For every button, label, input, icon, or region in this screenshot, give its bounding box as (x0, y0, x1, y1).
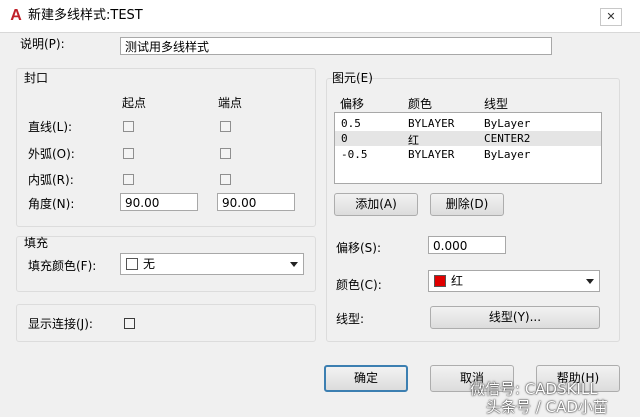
joints-label: 显示连接(J): (28, 317, 93, 331)
cap-line-end-checkbox[interactable] (220, 121, 231, 132)
joints-checkbox[interactable] (124, 318, 135, 329)
cap-line-label: 直线(L): (28, 120, 73, 134)
element-linetype: CENTER2 (484, 132, 531, 145)
caps-group-label: 封口 (24, 71, 49, 85)
cap-outer-arc-end-checkbox[interactable] (220, 148, 231, 159)
elements-header-color: 颜色 (408, 97, 433, 111)
offset-label: 偏移(S): (336, 241, 382, 255)
offset-input[interactable]: 0.000 (428, 236, 506, 254)
cap-angle-end-input[interactable]: 90.00 (217, 193, 295, 211)
list-item[interactable]: 0 红 CENTER2 (335, 131, 601, 147)
cap-inner-arc-start-checkbox[interactable] (123, 174, 134, 185)
color-value: 红 (451, 274, 464, 288)
fill-color-swatch (126, 258, 138, 270)
element-linetype: ByLayer (484, 117, 531, 130)
element-offset: -0.5 (341, 148, 368, 161)
close-button[interactable]: ✕ (600, 8, 622, 26)
cap-inner-arc-end-checkbox[interactable] (220, 174, 231, 185)
elements-header-offset: 偏移 (340, 97, 365, 111)
caps-start-header: 起点 (122, 96, 147, 110)
cap-outer-arc-start-checkbox[interactable] (123, 148, 134, 159)
cap-inner-arc-label: 内弧(R): (28, 173, 74, 187)
delete-button[interactable]: 删除(D) (430, 193, 504, 216)
linetype-label: 线型: (336, 312, 365, 326)
linetype-button[interactable]: 线型(Y)... (430, 306, 600, 329)
element-color: BYLAYER (408, 148, 455, 161)
fill-group-label: 填充 (24, 236, 49, 250)
element-offset: 0.5 (341, 117, 361, 130)
elements-group-label: 图元(E) (332, 71, 373, 85)
list-item[interactable]: 0.5 BYLAYER ByLayer (335, 115, 601, 131)
element-linetype: ByLayer (484, 148, 531, 161)
watermark-toutiao: 头条号 / CAD小苗 (486, 398, 608, 416)
fill-color-value: 无 (143, 257, 156, 271)
elements-list[interactable]: 0.5 BYLAYER ByLayer 0 红 CENTER2 -0.5 BYL… (334, 112, 602, 184)
cap-line-start-checkbox[interactable] (123, 121, 134, 132)
element-color: BYLAYER (408, 117, 455, 130)
autocad-logo-icon: A (10, 7, 22, 24)
color-label: 颜色(C): (336, 278, 382, 292)
window-title: 新建多线样式:TEST (28, 8, 143, 23)
cap-angle-start-input[interactable]: 90.00 (120, 193, 198, 211)
description-label: 说明(P): (20, 37, 65, 51)
color-dropdown[interactable]: 红 (428, 270, 600, 292)
list-item[interactable]: -0.5 BYLAYER ByLayer (335, 146, 601, 162)
fill-color-label: 填充颜色(F): (28, 259, 97, 273)
description-input[interactable]: 测试用多线样式 (120, 37, 552, 55)
chevron-down-icon (290, 262, 298, 267)
cap-angle-label: 角度(N): (28, 197, 75, 211)
element-offset: 0 (341, 132, 348, 145)
elements-header-linetype: 线型 (484, 97, 509, 111)
add-button[interactable]: 添加(A) (334, 193, 418, 216)
fill-color-dropdown[interactable]: 无 (120, 253, 304, 275)
chevron-down-icon (586, 279, 594, 284)
caps-end-header: 端点 (218, 96, 243, 110)
ok-button[interactable]: 确定 (324, 365, 408, 392)
cap-outer-arc-label: 外弧(O): (28, 147, 75, 161)
color-swatch (434, 275, 446, 287)
